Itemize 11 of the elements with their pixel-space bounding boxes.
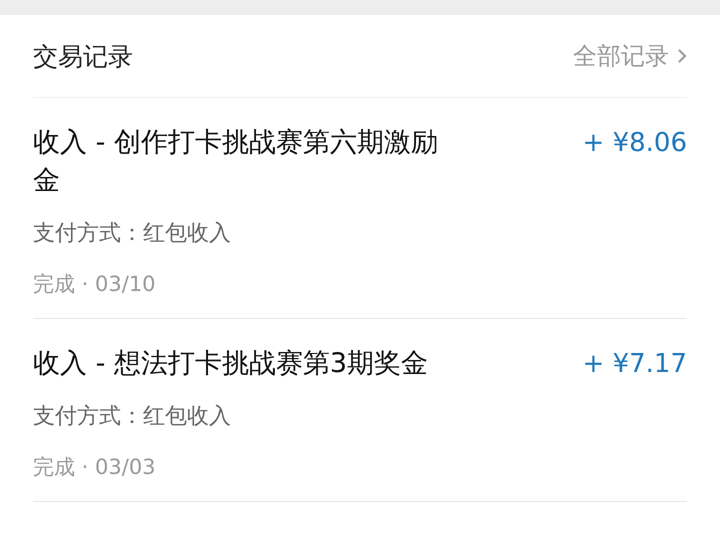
- transaction-title: 收入 - 想法打卡挑战赛第3期奖金: [33, 347, 428, 381]
- transaction-amount: + ¥8.06: [582, 127, 687, 160]
- payment-method: 支付方式：红包收入: [33, 403, 231, 431]
- chevron-right-icon: [677, 48, 687, 64]
- all-records-link[interactable]: 全部记录: [573, 40, 687, 72]
- transaction-title: 收入 - 创作打卡挑战赛第六期激励金: [33, 126, 439, 198]
- payment-method: 支付方式：红包收入: [33, 220, 231, 248]
- transaction-amount: + ¥7.17: [582, 348, 687, 381]
- transaction-status: 完成 · 03/03: [33, 454, 156, 481]
- section-title: 交易记录: [33, 40, 133, 72]
- transaction-status: 完成 · 03/10: [33, 271, 156, 298]
